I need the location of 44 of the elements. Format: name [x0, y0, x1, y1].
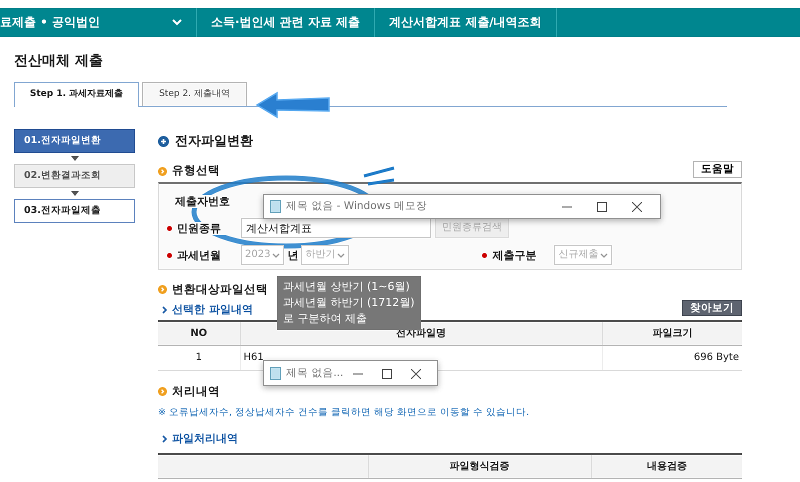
- breadcrumb-link[interactable]: 소득·법인세 관련 자료 제출: [211, 15, 360, 30]
- required-icon: [482, 252, 488, 258]
- sub-heading: 파일처리내역: [172, 432, 238, 446]
- notepad-icon: [270, 200, 281, 213]
- caret-icon: [600, 252, 608, 258]
- year-unit: 년: [287, 248, 298, 262]
- step-item[interactable]: 02.변환결과조회: [14, 164, 135, 188]
- breadcrumb-link[interactable]: 계산서합계표 제출/내역조회: [389, 15, 542, 30]
- step-item[interactable]: 01.전자파일변환: [14, 128, 135, 153]
- required-icon: [167, 226, 172, 231]
- section-heading: 변환대상파일선택: [172, 282, 268, 297]
- step-item[interactable]: 03.전자파일제출: [14, 198, 135, 223]
- tab[interactable]: Step 2. 제출내역: [142, 82, 247, 106]
- civil-type-field[interactable]: 계산서합계표: [241, 218, 431, 238]
- section-heading: 처리내역: [172, 384, 220, 399]
- chevron-right-icon: [162, 306, 168, 314]
- bullet-icon: [158, 166, 167, 176]
- table-cell: 1: [158, 345, 240, 370]
- bullet-icon: [158, 285, 167, 294]
- caret-icon: [337, 252, 346, 258]
- section-title: 전자파일변환: [175, 134, 253, 150]
- breadcrumb-link[interactable]: 료제출 • 공익법인: [0, 15, 100, 30]
- table-cell: 696 Byte: [602, 345, 742, 370]
- column-header: 파일형식검증: [368, 454, 592, 478]
- caret-icon: [272, 252, 280, 258]
- bullet-icon: [158, 387, 167, 396]
- notice-text: ※ 오류납세자수, 정상납세자수 건수를 클릭하면 해당 화면으로 이동할 수 있습니다.: [158, 406, 530, 418]
- chevron-right-icon: [162, 434, 168, 443]
- field-label: 제출구분: [492, 248, 554, 262]
- help-button[interactable]: 도움말: [693, 161, 742, 178]
- sub-heading: 선택한 파일내역: [172, 303, 253, 316]
- plus-circle-icon: [158, 136, 169, 148]
- page-title: 전산매체 제출: [14, 53, 104, 70]
- column-header: NO: [158, 321, 240, 346]
- tab[interactable]: Step 1. 과세자료제출: [14, 82, 139, 107]
- window-title: 제목 없음 - Windows 메모장: [286, 200, 428, 213]
- column-header: 파일크기: [602, 321, 742, 346]
- browse-button[interactable]: 찾아보기: [682, 300, 742, 316]
- notepad-icon: [270, 366, 281, 380]
- chevron-down-icon[interactable]: [172, 19, 182, 26]
- section-heading: 유형선택: [172, 164, 220, 178]
- required-icon: [167, 252, 172, 258]
- tooltip-text: 과세년월 상반기 (1~6월) 과세년월 하반기 (1712월) 로 구분하여 제출: [277, 276, 421, 330]
- column-header: 내용검증: [591, 454, 742, 478]
